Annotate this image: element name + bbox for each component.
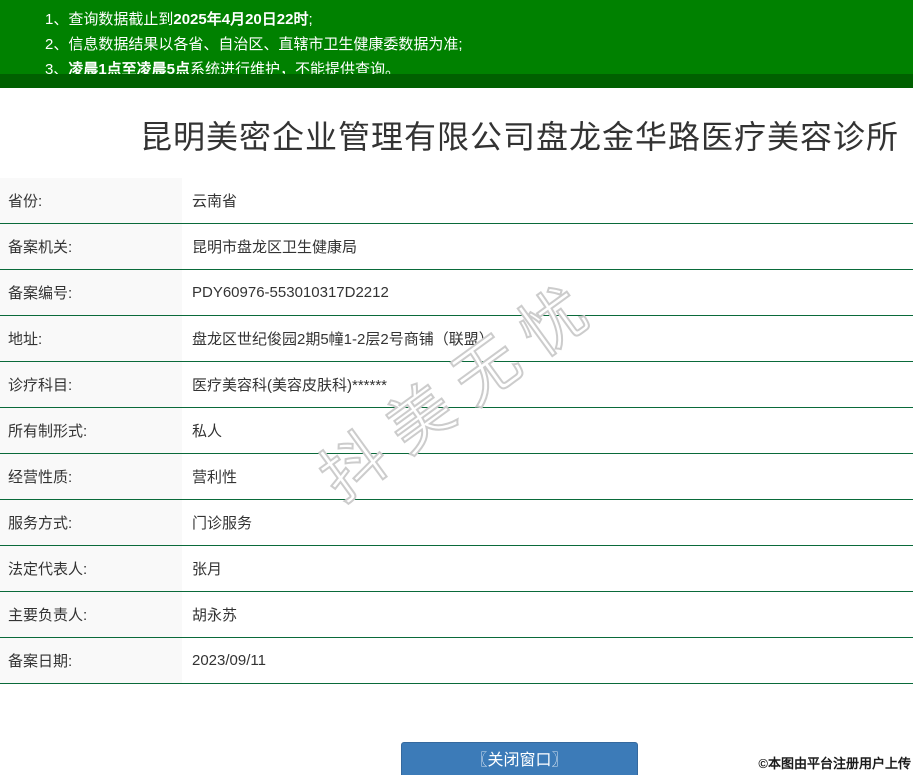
row-label: 省份: [0, 178, 182, 223]
notice-number: 1、 [45, 11, 69, 28]
table-row-authority: 备案机关: 昆明市盘龙区卫生健康局 [0, 224, 913, 270]
table-row-address: 地址: 盘龙区世纪俊园2期5幢1-2层2号商铺（联盟） [0, 316, 913, 362]
row-value: PDY60976-553010317D2212 [182, 270, 913, 315]
attribution-text: ©本图由平台注册用户上传 [758, 756, 911, 771]
table-row-record-number: 备案编号: PDY60976-553010317D2212 [0, 270, 913, 316]
notice-text: ; [308, 11, 313, 28]
row-label: 备案日期: [0, 638, 182, 683]
notice-line-2: 2、信息数据结果以各省、自治区、直辖市卫生健康委数据为准; [45, 32, 903, 57]
row-label: 地址: [0, 316, 182, 361]
record-table: 省份: 云南省 备案机关: 昆明市盘龙区卫生健康局 备案编号: PDY60976… [0, 178, 913, 684]
notice-header: 1、查询数据截止到2025年4月20日22时; 2、信息数据结果以各省、自治区、… [0, 0, 913, 88]
table-row-service-mode: 服务方式: 门诊服务 [0, 500, 913, 546]
page-title: 昆明美密企业管理有限公司盘龙金华路医疗美容诊所 [140, 119, 900, 155]
table-row-business-nature: 经营性质: 营利性 [0, 454, 913, 500]
row-value: 营利性 [182, 454, 913, 499]
table-row-province: 省份: 云南省 [0, 178, 913, 224]
notice-text: 查询数据截止到 [68, 11, 174, 28]
row-label: 法定代表人: [0, 546, 182, 591]
row-label: 主要负责人: [0, 592, 182, 637]
row-label: 经营性质: [0, 454, 182, 499]
row-value: 胡永苏 [182, 592, 913, 637]
row-label: 所有制形式: [0, 408, 182, 453]
close-window-button[interactable]: 〖关闭窗口〗 [401, 742, 638, 775]
table-row-person-in-charge: 主要负责人: 胡永苏 [0, 592, 913, 638]
row-value: 盘龙区世纪俊园2期5幢1-2层2号商铺（联盟） [182, 316, 913, 361]
notice-list: 1、查询数据截止到2025年4月20日22时; 2、信息数据结果以各省、自治区、… [0, 0, 913, 82]
notice-text: 信息数据结果以各省、自治区、直辖市卫生健康委数据为准; [68, 36, 463, 53]
table-row-record-date: 备案日期: 2023/09/11 [0, 638, 913, 684]
row-label: 诊疗科目: [0, 362, 182, 407]
notice-text-bold: 2025年4月20日22时 [173, 11, 309, 28]
row-label: 备案编号: [0, 270, 182, 315]
row-value: 2023/09/11 [182, 638, 913, 683]
row-value: 医疗美容科(美容皮肤科)****** [182, 362, 913, 407]
header-dark-strip [0, 74, 913, 88]
table-row-departments: 诊疗科目: 医疗美容科(美容皮肤科)****** [0, 362, 913, 408]
row-value: 门诊服务 [182, 500, 913, 545]
row-label: 服务方式: [0, 500, 182, 545]
table-row-ownership: 所有制形式: 私人 [0, 408, 913, 454]
row-value: 云南省 [182, 178, 913, 223]
row-value: 张月 [182, 546, 913, 591]
table-row-legal-representative: 法定代表人: 张月 [0, 546, 913, 592]
notice-line-1: 1、查询数据截止到2025年4月20日22时; [45, 7, 903, 32]
row-label: 备案机关: [0, 224, 182, 269]
row-value: 私人 [182, 408, 913, 453]
row-value: 昆明市盘龙区卫生健康局 [182, 224, 913, 269]
notice-number: 2、 [45, 36, 69, 53]
